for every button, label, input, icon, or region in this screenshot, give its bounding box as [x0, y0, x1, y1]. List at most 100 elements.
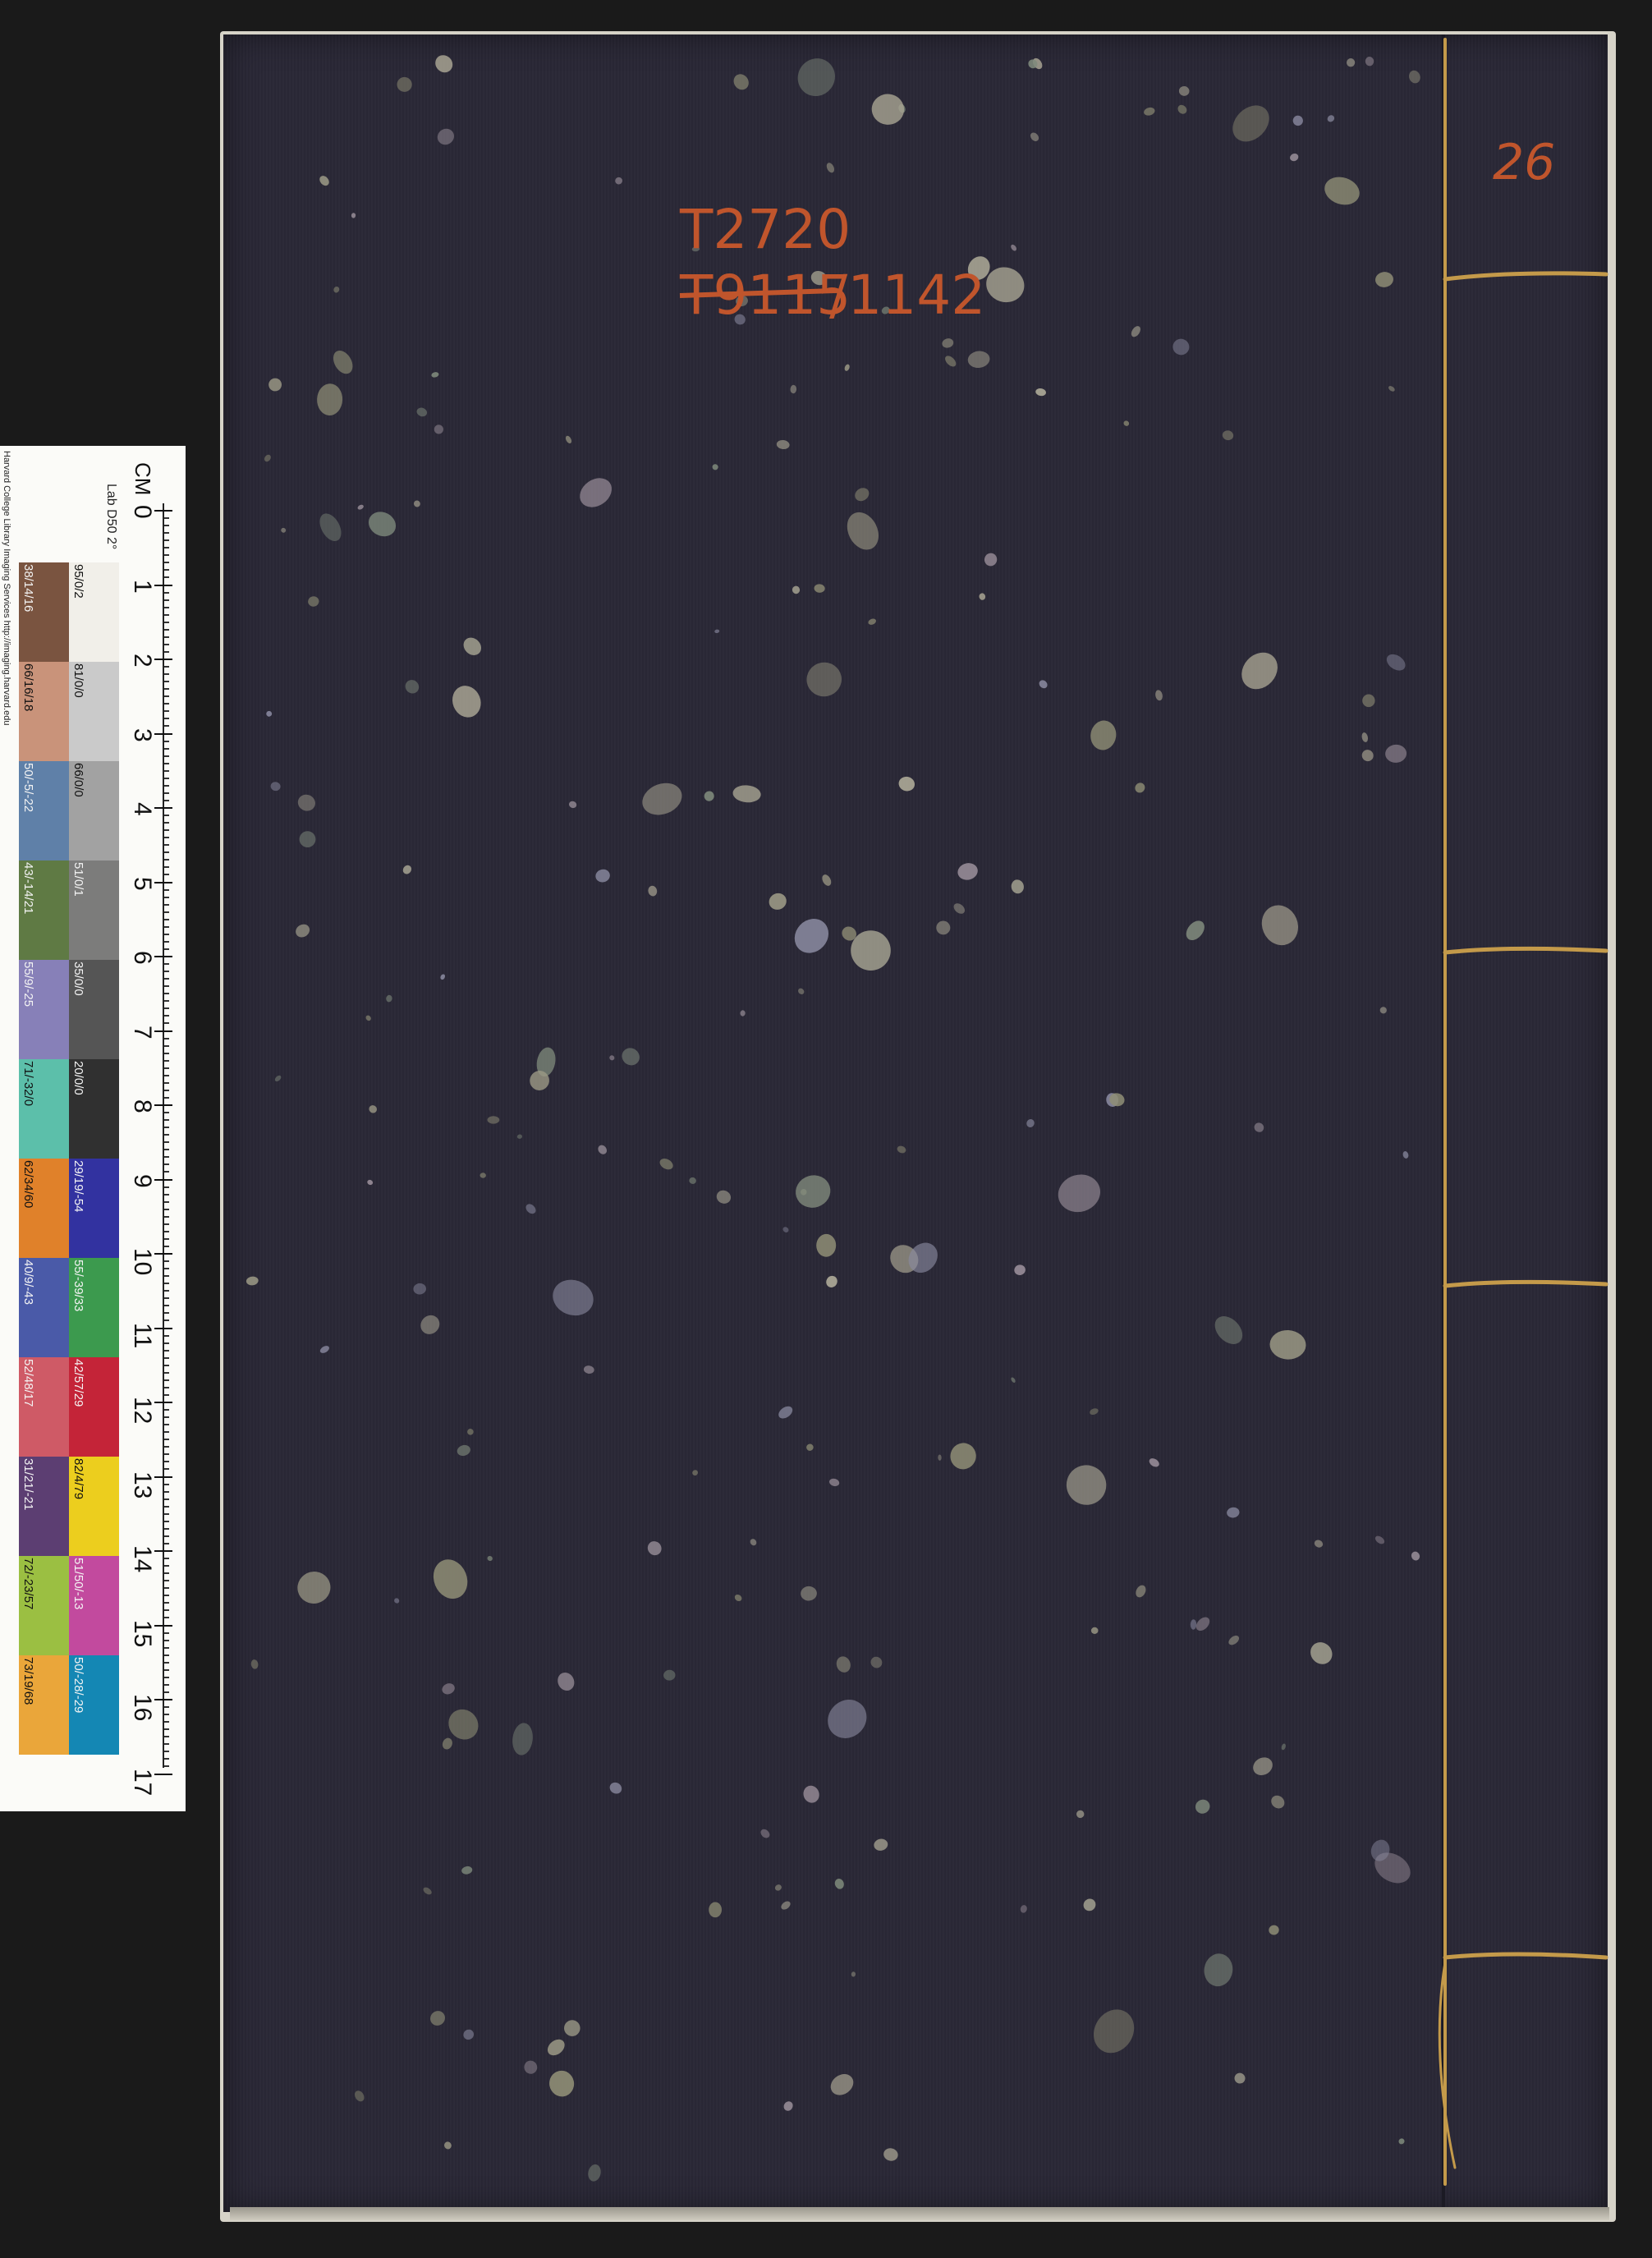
gold-leaf-fleck [874, 1838, 888, 1851]
gold-leaf-fleck [368, 512, 397, 537]
gold-leaf-fleck [1290, 153, 1299, 162]
gold-leaf-fleck [750, 1539, 757, 1546]
gold-leaf-fleck [1409, 70, 1420, 84]
gold-leaf-fleck [1362, 694, 1375, 708]
gold-leaf-fleck [945, 356, 957, 367]
gold-leaf-fleck [979, 593, 986, 600]
gold-leaf-fleck [405, 680, 420, 694]
gold-leaf-fleck [369, 1105, 378, 1113]
volume-number: 26 [1493, 134, 1555, 191]
gold-leaf-fleck [1324, 177, 1360, 205]
gold-leaf-fleck [716, 1190, 732, 1204]
gold-leaf-fleck [803, 1785, 819, 1803]
gold-leaf-fleck [480, 1173, 486, 1178]
gold-leaf-fleck [317, 383, 343, 415]
gold-leaf-fleck [950, 1443, 976, 1470]
gold-leaf-fleck [1058, 1174, 1101, 1213]
gold-leaf-fleck [734, 1594, 742, 1602]
gold-leaf-fleck [1253, 1757, 1273, 1776]
gold-leaf-fleck [525, 1204, 536, 1214]
gold-leaf-fleck [1011, 1377, 1016, 1383]
gold-leaf-fleck [1026, 1118, 1035, 1128]
gold-leaf-fleck [826, 1275, 837, 1287]
gold-leaf-fleck [1361, 750, 1374, 762]
gold-leaf-fleck [558, 1672, 575, 1691]
gold-leaf-fleck [1178, 85, 1190, 96]
gold-leaf-fleck [297, 1572, 331, 1604]
gold-leaf-fleck [268, 378, 282, 392]
gold-leaf-fleck [1155, 690, 1163, 701]
gold-leaf-fleck [416, 407, 428, 417]
gold-leaf-fleck [740, 1010, 746, 1017]
gold-leaf-fleck [782, 1227, 789, 1232]
gold-leaf-fleck [319, 176, 329, 186]
gold-leaf-fleck [270, 782, 281, 792]
gold-leaf-fleck [433, 1559, 468, 1599]
gold-leaf-fleck [420, 1315, 440, 1334]
gold-leaf-fleck [1186, 920, 1205, 941]
gold-leaf-fleck [953, 903, 966, 914]
gold-leaf-fleck [355, 2090, 365, 2102]
gold-leaf-fleck [1204, 1953, 1233, 1987]
gold-leaf-fleck [452, 686, 481, 718]
thread-stitch-2 [1443, 946, 1608, 955]
gold-leaf-fleck [806, 1443, 814, 1451]
gold-leaf-fleck [967, 351, 990, 369]
shelf-mark-line1: T2720 [679, 198, 851, 261]
gold-leaf-fleck [1090, 1408, 1099, 1415]
gold-leaf-fleck [1090, 720, 1117, 750]
gold-leaf-fleck [1039, 680, 1048, 689]
gold-leaf-fleck [883, 2148, 898, 2161]
gold-leaf-fleck [797, 58, 835, 97]
gold-leaf-fleck [609, 1782, 622, 1794]
gold-leaf-fleck [1136, 1585, 1146, 1598]
gold-leaf-fleck [648, 885, 658, 897]
gold-leaf-fleck [1411, 1551, 1420, 1561]
gold-leaf-fleck [1094, 2009, 1135, 2054]
gold-leaf-fleck [828, 1700, 867, 1738]
gold-leaf-fleck [553, 1279, 594, 1316]
gold-leaf-fleck [1190, 1619, 1197, 1630]
gold-leaf-fleck [351, 213, 356, 218]
gold-leaf-fleck [1232, 105, 1269, 142]
thread-stitch-4 [1443, 1952, 1608, 1960]
gold-leaf-fleck [442, 1683, 455, 1695]
gold-leaf-fleck [1398, 2138, 1405, 2145]
gold-leaf-fleck [792, 585, 801, 594]
gold-leaf-fleck [266, 710, 273, 717]
gold-leaf-fleck [264, 454, 271, 462]
gold-leaf-fleck [461, 1866, 473, 1875]
gold-leaf-fleck [1228, 1636, 1240, 1645]
gold-leaf-fleck [1271, 1795, 1285, 1809]
gold-leaf-flecks [246, 55, 1420, 2182]
gold-leaf-fleck [1346, 58, 1356, 67]
gold-leaf-fleck [615, 177, 622, 185]
thread-stitch-1 [1443, 271, 1608, 282]
gold-leaf-fleck [281, 527, 287, 533]
gold-leaf-fleck [1227, 1507, 1240, 1518]
gold-leaf-fleck [430, 2011, 445, 2026]
gold-leaf-fleck [851, 930, 891, 971]
gold-leaf-fleck [1030, 132, 1039, 141]
gold-leaf-fleck [463, 637, 482, 655]
gold-leaf-fleck [1076, 1810, 1085, 1819]
gold-leaf-fleck [1314, 1540, 1324, 1548]
gold-leaf-fleck [622, 1048, 640, 1066]
gold-leaf-fleck [936, 920, 951, 935]
gold-leaf-fleck [367, 1179, 374, 1186]
gold-leaf-fleck [1365, 57, 1374, 67]
gold-leaf-fleck [1241, 652, 1278, 690]
gold-leaf-fleck [583, 1365, 594, 1375]
gold-leaf-fleck [1361, 732, 1369, 742]
gold-leaf-fleck [798, 988, 805, 994]
gold-leaf-fleck [598, 1145, 608, 1154]
gold-leaf-fleck [1388, 386, 1395, 392]
gold-leaf-fleck [796, 1175, 831, 1208]
gold-leaf-fleck [1269, 1329, 1306, 1360]
gold-leaf-fleck [776, 439, 790, 450]
gold-leaf-fleck [609, 1055, 615, 1061]
gold-leaf-fleck [828, 1478, 840, 1487]
gold-leaf-fleck [938, 1454, 942, 1461]
shelf-mark-suffix: /1142 [829, 264, 985, 327]
gold-leaf-fleck [423, 1887, 432, 1895]
